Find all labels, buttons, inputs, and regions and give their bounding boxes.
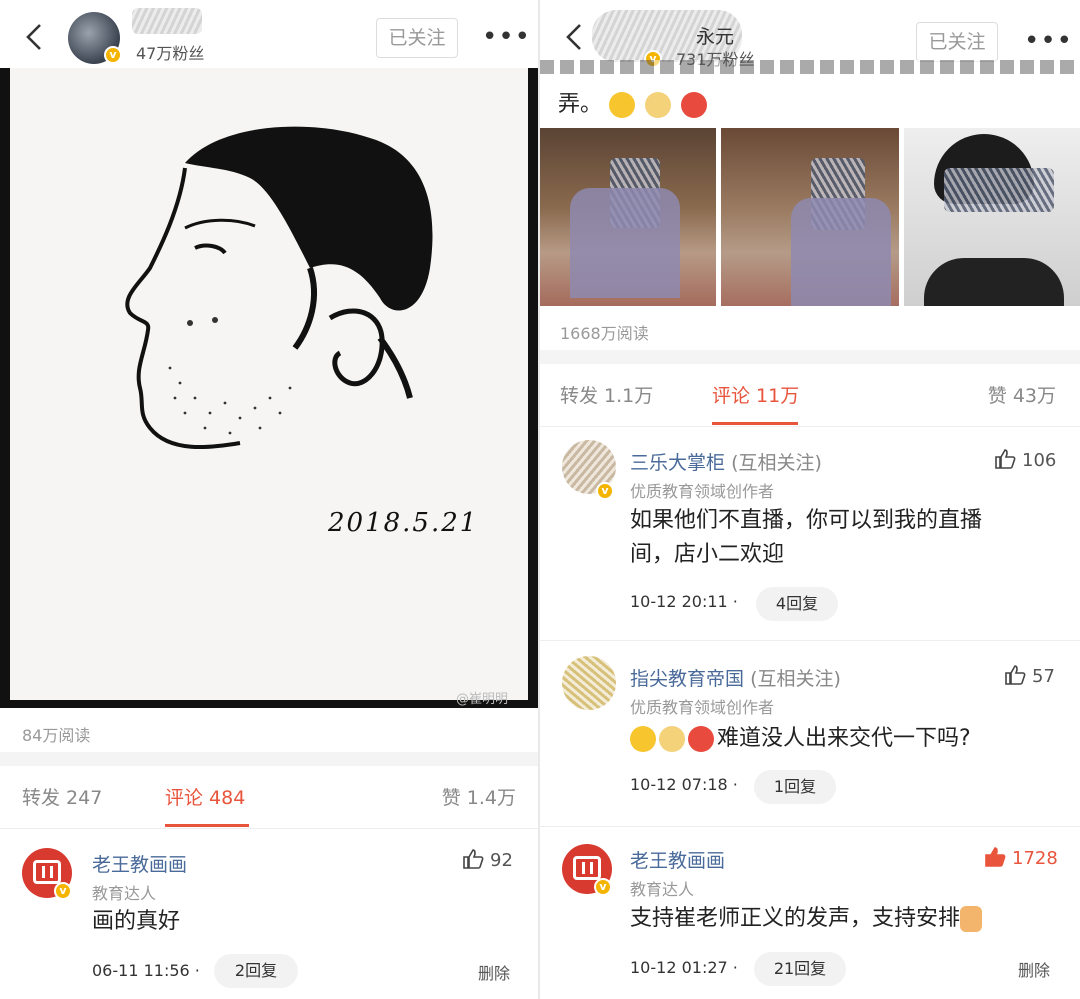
active-tab-indicator: [165, 824, 249, 827]
commenter-name[interactable]: 老王教画画: [92, 850, 187, 877]
commenter-tag: 教育达人: [92, 884, 157, 903]
author-name-blurred: [132, 8, 202, 34]
right-screen: v 永元 731万粉丝 已关注 ••• 弄。 1668万阅读 转发 1.1万 评…: [540, 0, 1080, 999]
post-photo-1[interactable]: [540, 128, 716, 306]
comment-text-line-2: 间，店小二欢迎: [630, 542, 785, 567]
post-photo-3[interactable]: [904, 128, 1080, 306]
laugh-emoji-icon: [609, 92, 636, 118]
portrait-sketch-icon: [125, 126, 433, 450]
sketch-date: 2018.5.21: [328, 508, 479, 538]
back-arrow-icon[interactable]: [22, 22, 48, 52]
divider: [540, 826, 1080, 827]
post-image[interactable]: 2018.5.21 @崔明明: [0, 68, 538, 708]
commenter-avatar[interactable]: [562, 656, 616, 710]
verified-badge-icon: v: [104, 46, 122, 64]
tab-like[interactable]: 赞 1.4万: [442, 766, 516, 830]
commenter-name[interactable]: 三乐大掌柜 (互相关注): [630, 448, 822, 475]
clipped-text-line: [540, 60, 1080, 74]
interaction-tabs: 转发 247 评论 484 赞 1.4万: [0, 766, 538, 830]
left-header: v 47万粉丝 已关注 •••: [0, 0, 538, 72]
comment-text-line-1: 如果他们不直播，你可以到我的直播: [630, 508, 983, 533]
verified-badge-icon: v: [54, 882, 72, 900]
follow-button[interactable]: 已关注: [916, 22, 998, 62]
delete-button[interactable]: 删除: [1018, 957, 1050, 981]
sketch-paper: 2018.5.21: [10, 68, 528, 700]
tab-like[interactable]: 赞 43万: [988, 364, 1056, 428]
angry-emoji-icon: [681, 92, 708, 118]
laugh-emoji-icon: [630, 726, 656, 752]
divider: [0, 828, 538, 829]
thumbs-up-icon[interactable]: [1004, 664, 1026, 686]
left-screen: v 47万粉丝 已关注 ••• 2018.5.21 @崔明明 84万阅读 转发 …: [0, 0, 538, 999]
clap-emoji-icon: [645, 92, 672, 118]
thumbs-up-icon[interactable]: [994, 448, 1016, 470]
commenter-tag: 教育达人: [630, 880, 695, 899]
suit-shape: [924, 258, 1064, 306]
commenter-tag: 优质教育领域创作者: [630, 482, 775, 501]
comment-time: 10-12 07:18 ·: [630, 775, 738, 794]
person-figure: [570, 188, 680, 298]
comment-text: 支持崔老师正义的发声，支持安排: [630, 902, 985, 936]
read-count: 84万阅读: [22, 726, 91, 745]
post-text-end: 弄。: [558, 86, 710, 118]
commenter-tag: 优质教育领域创作者: [630, 698, 775, 717]
mutual-follow-label: (互相关注): [750, 668, 841, 690]
comment-text: 画的真好: [92, 909, 181, 934]
verified-badge-icon: v: [596, 482, 614, 500]
active-tab-indicator: [712, 422, 798, 425]
read-count: 1668万阅读: [560, 324, 649, 343]
comment-time: 06-11 11:56 ·: [92, 961, 200, 980]
reply-count-button[interactable]: 4回复: [756, 587, 838, 621]
commenter-name[interactable]: 指尖教育帝国 (互相关注): [630, 664, 841, 691]
interaction-tabs: 转发 1.1万 评论 11万 赞 43万: [540, 364, 1080, 428]
more-options-icon[interactable]: •••: [482, 24, 531, 50]
angry-emoji-icon: [688, 726, 714, 752]
tab-repost[interactable]: 转发 1.1万: [560, 364, 653, 428]
thumbs-up-filled-icon[interactable]: [984, 846, 1006, 868]
face-blur: [944, 168, 1054, 212]
comment-text: 难道没人出来交代一下吗?: [630, 722, 971, 756]
tab-repost[interactable]: 转发 247: [22, 766, 102, 830]
more-options-icon[interactable]: •••: [1024, 28, 1073, 54]
section-separator: [540, 350, 1080, 364]
reply-count-button[interactable]: 2回复: [214, 954, 298, 988]
verified-badge-icon: v: [594, 878, 612, 896]
like-count: 57: [1032, 666, 1055, 687]
section-separator: [0, 752, 538, 766]
author-name-tail: 永元: [696, 26, 735, 48]
thumbs-up-emoji-icon: [960, 906, 983, 932]
reply-count-button[interactable]: 21回复: [754, 952, 846, 986]
person-figure: [791, 198, 891, 306]
thumbs-up-icon[interactable]: [462, 848, 484, 870]
comment-time: 10-12 01:27 ·: [630, 958, 738, 977]
post-photo-2[interactable]: [721, 128, 899, 306]
fans-count: 47万粉丝: [136, 44, 205, 63]
comment-time: 10-12 20:11 ·: [630, 592, 738, 611]
divider: [540, 426, 1080, 427]
divider: [540, 640, 1080, 641]
like-count: 106: [1022, 450, 1057, 471]
follow-button[interactable]: 已关注: [376, 18, 458, 58]
delete-button[interactable]: 删除: [478, 960, 510, 984]
mutual-follow-label: (互相关注): [731, 452, 822, 474]
like-count: 92: [490, 850, 513, 871]
clap-emoji-icon: [659, 726, 685, 752]
reply-count-button[interactable]: 1回复: [754, 770, 836, 804]
tab-comment[interactable]: 评论 11万: [712, 364, 799, 428]
commenter-name[interactable]: 老王教画画: [630, 846, 725, 873]
tab-comment[interactable]: 评论 484: [165, 766, 245, 830]
image-watermark: @崔明明: [456, 692, 509, 707]
back-arrow-icon[interactable]: [562, 22, 588, 52]
like-count: 1728: [1012, 848, 1058, 869]
